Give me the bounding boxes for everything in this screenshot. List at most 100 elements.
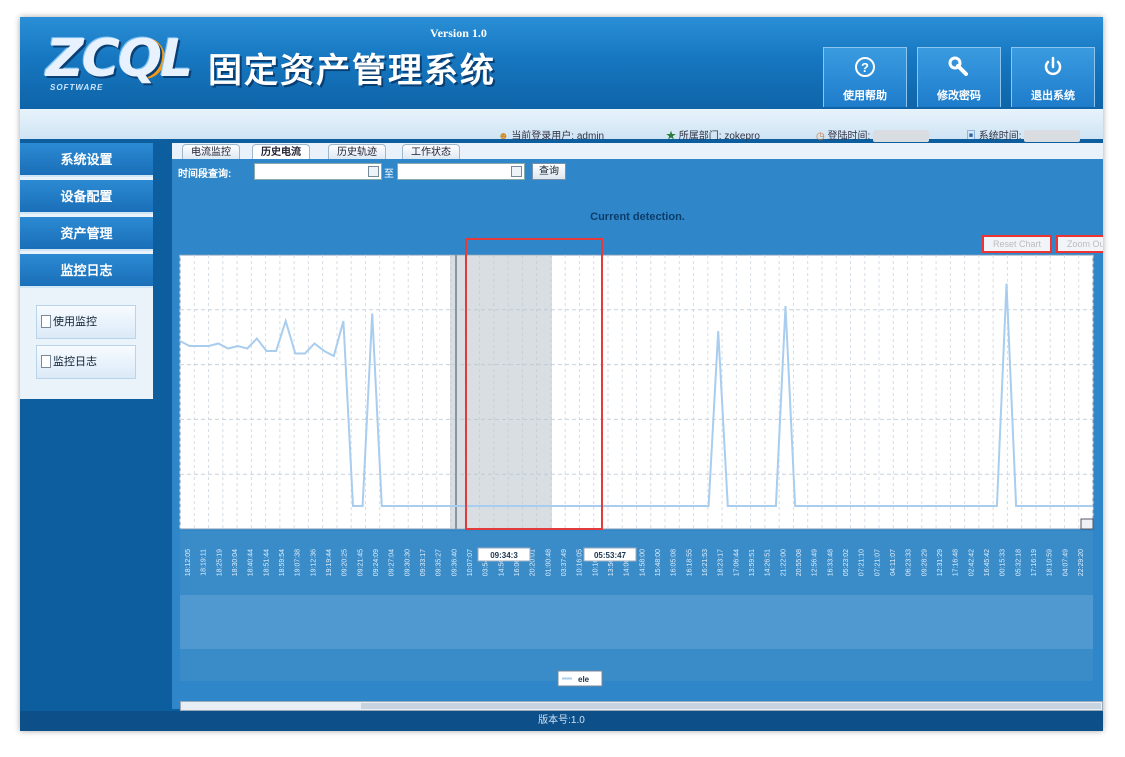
logo: ZCQL (46, 29, 193, 89)
x-tick-label: 09:33:17 (420, 549, 427, 576)
plot-area (179, 254, 1094, 530)
range-start-label: 09:34:3 (490, 551, 518, 560)
system-time: ▣ 系统时间: (966, 118, 1081, 143)
document-icon (41, 315, 51, 328)
x-tick-label: 09:27:04 (389, 549, 396, 576)
x-tick-label: 02:42:42 (968, 549, 975, 576)
current-chart[interactable]: 18:12:05 18:19:11 18:25:19 18:30:04 18:40:44… (172, 143, 1103, 709)
x-tick-label: 19:07:38 (295, 549, 302, 576)
help-button-label: 使用帮助 (843, 90, 887, 102)
x-tick-label: 07:21:07 (874, 549, 881, 576)
login-time-value (873, 130, 930, 143)
x-tick-label: 01:00:48 (545, 549, 552, 576)
scrollbar-thumb[interactable] (361, 703, 1101, 709)
chart-scroll-right-arrow[interactable] (1080, 518, 1094, 530)
x-tick-label: 17:16:48 (953, 549, 960, 576)
sidebar-item-asset-management[interactable]: 资产管理 (20, 217, 153, 251)
x-tick-label: 13:59:51 (749, 549, 756, 576)
x-tick-label: 16:18:55 (686, 549, 693, 576)
sidebar-item-monitor-log[interactable]: 监控日志 (20, 254, 153, 288)
sidebar-subitem-usage-monitor[interactable]: 使用监控 (36, 305, 136, 339)
x-tick-label: 09:21:45 (357, 549, 364, 576)
logout-label: 退出系统 (1031, 90, 1075, 102)
department: ★ 所属部门: zokepro (666, 118, 760, 142)
sidebar-subitem-label: 监控日志 (53, 356, 97, 368)
x-tick-label: 05:32:18 (1015, 549, 1022, 576)
x-tick-label: 04:07:49 (1062, 549, 1069, 576)
x-tick-label: 17:16:19 (1031, 549, 1038, 576)
x-tick-label: 18:51:44 (263, 549, 270, 576)
sidebar-item-system-settings[interactable]: 系统设置 (20, 143, 153, 177)
app-window: ZCQL SOFTWARE 固定资产管理系统 Version 1.0 ? 使用帮… (20, 17, 1103, 731)
x-tick-label: 16:21:53 (702, 549, 709, 576)
range-end-label: 05:53:47 (594, 551, 627, 560)
user-icon: ☻ (498, 131, 509, 142)
current-user: ☻ 当前登录用户: admin (498, 118, 604, 142)
x-tick-label: 07:21:10 (859, 549, 866, 576)
x-tick-label: 17:06:44 (733, 549, 740, 576)
x-tick-label: 10:07:07 (467, 549, 474, 576)
x-tick-label: 04:11:07 (890, 549, 897, 576)
x-tick-label: 20:55:08 (796, 549, 803, 576)
x-tick-label: 05:23:02 (843, 549, 850, 576)
x-tick-label: 16:45:42 (984, 549, 991, 576)
x-tick-label: 19:19:44 (326, 549, 333, 576)
current-user-value: admin (576, 131, 605, 142)
x-tick-label: 18:23:17 (718, 549, 725, 576)
login-time-label: 登陆时间: (827, 131, 871, 142)
x-tick-label: 09:24:09 (373, 549, 380, 576)
x-tick-label: 09:20:25 (342, 549, 349, 576)
x-tick-label: 10:16:05 (577, 549, 584, 576)
x-tick-label: 15:48:00 (655, 549, 662, 576)
x-tick-label: 09:36:40 (451, 549, 458, 576)
change-password-button[interactable]: 修改密码 (917, 47, 1001, 107)
x-tick-label: 16:05:08 (671, 549, 678, 576)
system-time-label: 系统时间: (978, 131, 1022, 142)
help-icon: ? (824, 56, 906, 83)
department-icon: ★ (666, 131, 676, 142)
x-tick-label: 18:10:59 (1047, 549, 1054, 576)
x-tick-label: 14:26:51 (765, 549, 772, 576)
info-bar: ☻ 当前登录用户: admin ★ 所属部门: zokepro ◷ 登陆时间: … (20, 109, 1103, 143)
version-label: Version 1.0 (430, 26, 487, 40)
logout-button[interactable]: 退出系统 (1011, 47, 1095, 107)
change-password-label: 修改密码 (937, 90, 981, 102)
blurred-area (180, 595, 1093, 649)
main-panel: 电流监控 历史电流 历史轨迹 工作状态 时间段查询: 至 查询 Current … (172, 143, 1103, 711)
x-tick-label: 12:31:29 (937, 549, 944, 576)
horizontal-scrollbar[interactable] (180, 701, 1103, 711)
login-time: ◷ 登陆时间: (816, 118, 930, 143)
wrench-icon (918, 56, 1000, 83)
sidebar-subitem-label: 使用监控 (53, 316, 97, 328)
x-tick-label: 06:23:33 (906, 549, 913, 576)
logo-subtitle: SOFTWARE (50, 83, 104, 92)
department-label: 所属部门: (678, 131, 722, 142)
x-tick-label: 20:20:01 (530, 549, 537, 576)
x-tick-label: 18:19:11 (201, 549, 208, 576)
system-time-value (1024, 130, 1081, 143)
sidebar-subitem-monitor-log[interactable]: 监控日志 (36, 345, 136, 379)
x-tick-label: 09:30:30 (404, 549, 411, 576)
x-tick-label: 22:29:20 (1078, 549, 1085, 576)
sidebar-item-device-config[interactable]: 设备配置 (20, 180, 153, 214)
app-title: 固定资产管理系统 (208, 51, 496, 91)
power-icon (1012, 56, 1094, 83)
x-tick-label: 09:35:27 (436, 549, 443, 576)
help-button[interactable]: ? 使用帮助 (823, 47, 907, 107)
x-tick-label: 18:59:54 (279, 549, 286, 576)
legend-label: ele (578, 675, 590, 684)
x-tick-label: 09:28:29 (921, 549, 928, 576)
document-icon (41, 355, 51, 368)
x-tick-label: 18:30:04 (232, 549, 239, 576)
x-tick-label: 14:58:00 (639, 549, 646, 576)
app-header: ZCQL SOFTWARE 固定资产管理系统 Version 1.0 ? 使用帮… (20, 17, 1103, 109)
x-tick-label: 12:56:49 (812, 549, 819, 576)
x-tick-label: 00:15:33 (1000, 549, 1007, 576)
department-value: zokepro (724, 131, 760, 142)
clock-icon: ◷ (816, 131, 825, 142)
x-tick-label: 16:33:48 (827, 549, 834, 576)
current-user-label: 当前登录用户: (511, 131, 575, 142)
x-tick-label: 18:12:05 (185, 549, 192, 576)
footer-version: 版本号:1.0 (20, 711, 1103, 731)
sidebar: 系统设置 设备配置 资产管理 监控日志 使用监控 监控日志 (20, 143, 153, 399)
